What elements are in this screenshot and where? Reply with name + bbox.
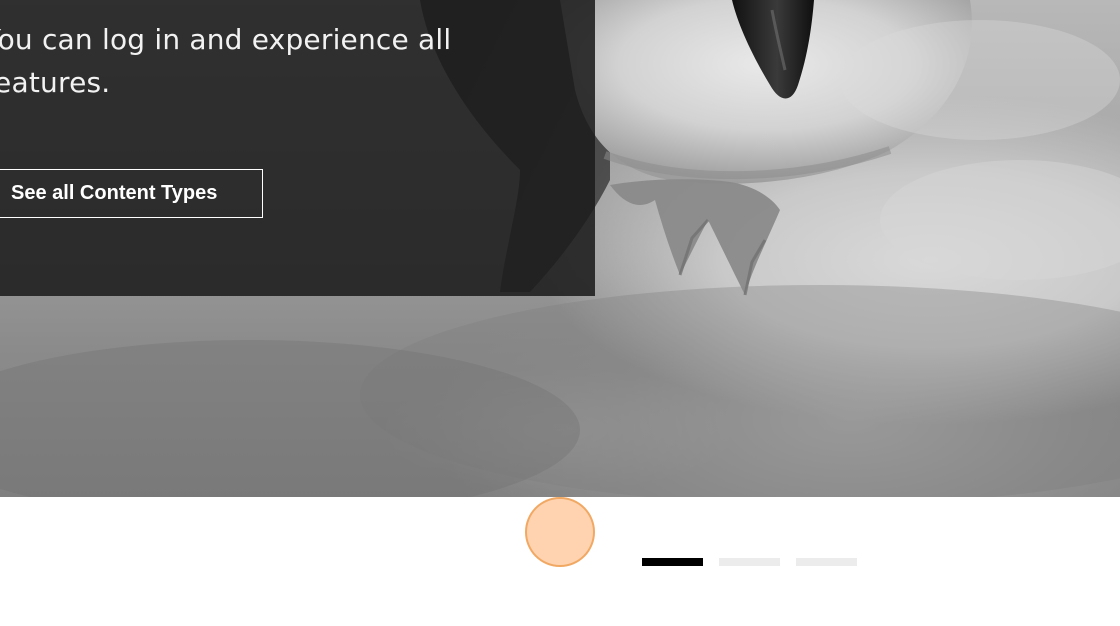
- click-indicator: [525, 497, 595, 567]
- see-all-content-types-button[interactable]: See all Content Types: [0, 169, 263, 218]
- carousel-indicator-1[interactable]: [642, 558, 703, 566]
- hero-panel-text: You can log in and experience all featur…: [0, 23, 452, 99]
- page: You can log in and experience all featur…: [0, 0, 1120, 626]
- hero-overlay-panel: You can log in and experience all featur…: [0, 0, 595, 296]
- carousel-indicator-2[interactable]: [719, 558, 780, 566]
- hero-image: You can log in and experience all featur…: [0, 0, 1120, 497]
- carousel-indicator-3[interactable]: [796, 558, 857, 566]
- cta-label: See all Content Types: [11, 182, 218, 204]
